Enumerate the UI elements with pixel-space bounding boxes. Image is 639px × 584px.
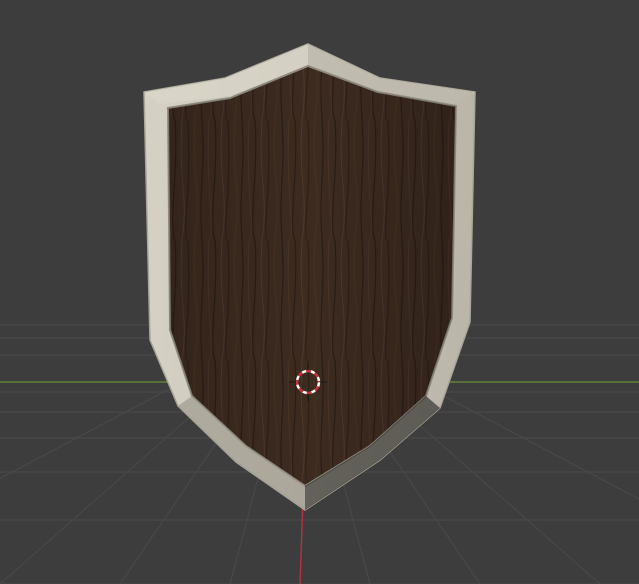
shield-object[interactable]	[143, 43, 476, 511]
viewport-canvas[interactable]	[0, 0, 639, 584]
3d-viewport[interactable]	[0, 0, 639, 584]
